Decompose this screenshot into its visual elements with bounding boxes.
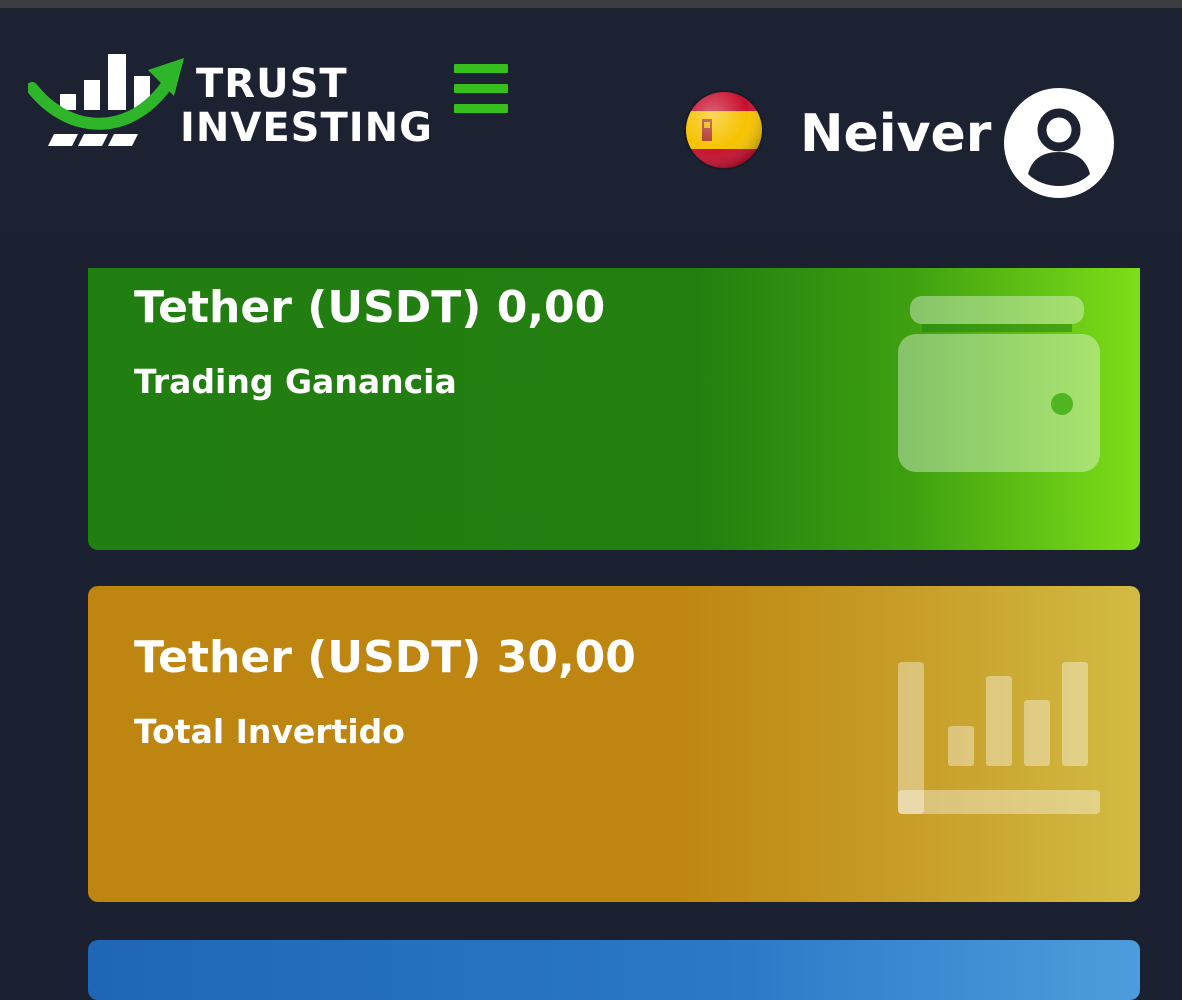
trust-investing-logo[interactable]: TRUST INVESTING (28, 46, 432, 156)
spain-flag-icon[interactable] (686, 92, 762, 168)
app-header: TRUST INVESTING Neiver (0, 8, 1182, 238)
hamburger-bar (454, 104, 508, 113)
hamburger-icon[interactable] (454, 64, 510, 116)
user-avatar-icon[interactable] (1004, 88, 1114, 198)
trading-profit-card[interactable]: Tether (USDT) 0,00 Trading Ganancia (88, 268, 1140, 550)
card-amount: Tether (USDT) 0,00 (134, 282, 606, 333)
avatar-graphic (1009, 93, 1109, 193)
top-edge (0, 0, 1182, 8)
logo-line-1: TRUST (196, 61, 348, 107)
flag-graphic (686, 92, 762, 168)
hamburger-bar (454, 84, 508, 93)
hamburger-bar (454, 64, 508, 73)
logo-text: TRUST INVESTING (180, 62, 433, 150)
bar-chart-icon (898, 662, 1100, 814)
card-amount: Tether (USDT) 30,00 (134, 632, 636, 683)
logo-mark-icon (28, 54, 184, 146)
total-invested-card[interactable]: Tether (USDT) 30,00 Total Invertido (88, 586, 1140, 902)
username[interactable]: Neiver (800, 104, 991, 164)
card-label: Total Invertido (134, 712, 405, 751)
card-label: Trading Ganancia (134, 362, 457, 401)
wallet-icon (898, 296, 1100, 472)
third-balance-card[interactable] (88, 940, 1140, 1000)
logo-line-2: INVESTING (180, 105, 433, 151)
